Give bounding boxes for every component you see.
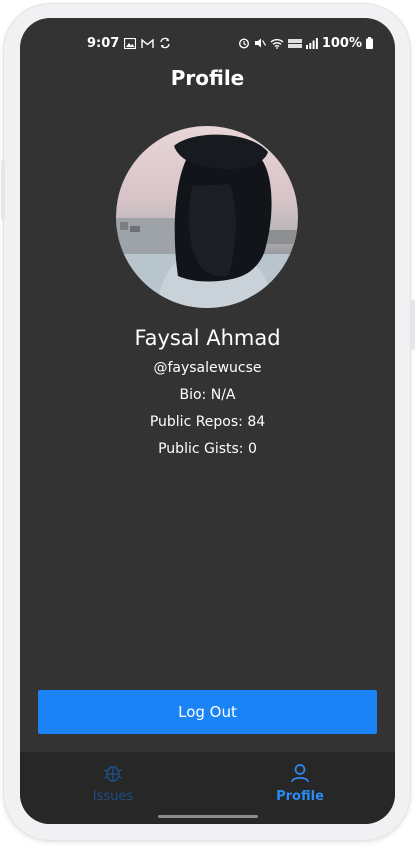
profile-name: Faysal Ahmad: [134, 326, 281, 350]
avatar: [116, 126, 298, 308]
profile-username: @faysalewucse: [153, 360, 262, 376]
image-icon: [124, 37, 137, 49]
phone-side-button: [411, 300, 415, 350]
alarm-icon: [238, 37, 250, 49]
profile-bio: Bio: N/A: [179, 387, 236, 403]
nav-item-issues[interactable]: Issues: [53, 762, 173, 804]
page-title: Profile: [170, 66, 245, 90]
status-time: 9:07: [87, 35, 120, 51]
app-screen: 9:07 100% Profile Faysal Ahmad @faysalew…: [20, 18, 395, 824]
nav-item-profile[interactable]: Profile: [240, 762, 360, 804]
sync-icon: [159, 37, 171, 49]
logout-label: Log Out: [178, 703, 237, 721]
public-repos: Public Repos: 84: [149, 414, 266, 430]
gmail-icon: [141, 38, 155, 49]
battery-percent: 100%: [321, 35, 362, 51]
bottom-nav: Issues Profile: [20, 752, 395, 824]
wifi-icon: [270, 38, 284, 49]
logout-button[interactable]: Log Out: [38, 690, 377, 734]
public-gists: Public Gists: 0: [158, 441, 257, 457]
bug-icon: [102, 762, 124, 788]
home-indicator[interactable]: [158, 815, 258, 818]
battery-icon: [366, 37, 373, 49]
mute-icon: [254, 37, 266, 49]
person-icon: [289, 762, 311, 788]
status-left: 9:07: [87, 36, 171, 51]
nav-label-profile: Profile: [276, 789, 324, 804]
status-bar: 9:07 100%: [20, 18, 395, 68]
status-right: 100%: [238, 36, 373, 51]
nav-label-issues: Issues: [92, 789, 134, 804]
volte-icon: [287, 38, 302, 49]
phone-side-button: [1, 160, 5, 220]
signal-icon: [305, 37, 318, 49]
